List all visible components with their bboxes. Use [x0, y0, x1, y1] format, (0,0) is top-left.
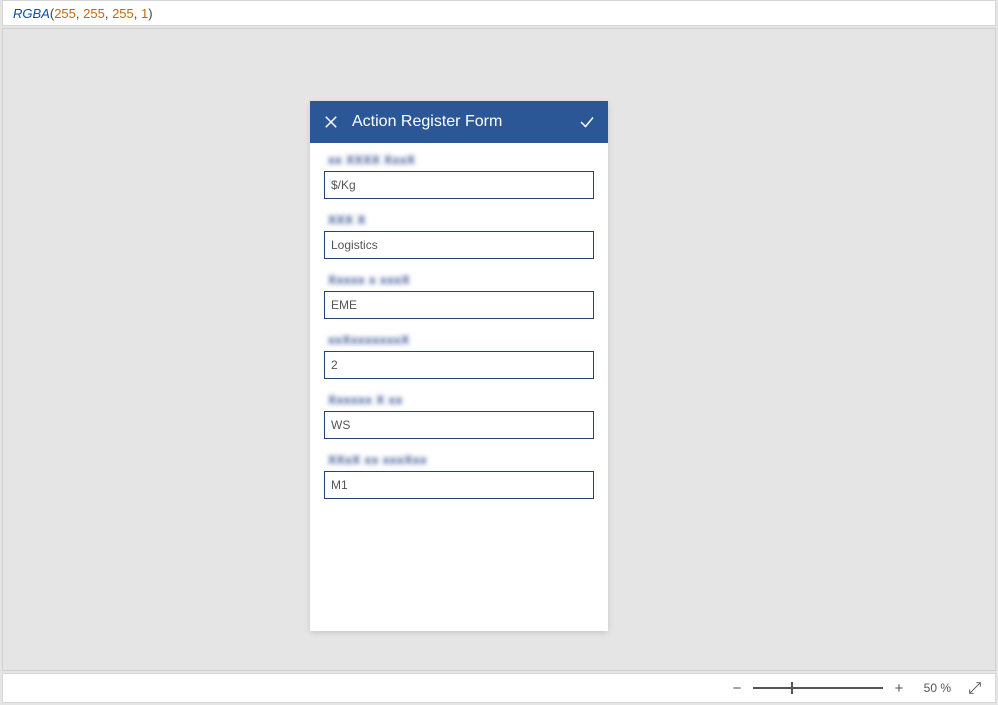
field-3-label: Xxxxx x xxxX	[328, 273, 594, 287]
zoom-slider-handle[interactable]	[791, 682, 793, 694]
form-header: Action Register Form	[310, 101, 608, 143]
form-title: Action Register Form	[352, 113, 566, 131]
field-6: XXxX xx xxxXxx	[324, 453, 594, 499]
field-6-label: XXxX xx xxxXxx	[328, 453, 594, 467]
field-1-label: xx XXXX XxxX	[328, 153, 594, 167]
formula-bar[interactable]: RGBA(255, 255, 255, 1)	[2, 0, 996, 26]
field-4: xxXxxxxxxxX	[324, 333, 594, 379]
formula-close-paren: )	[148, 6, 152, 21]
field-1: xx XXXX XxxX	[324, 153, 594, 199]
field-5: Xxxxxx X xx	[324, 393, 594, 439]
form-screen: Action Register Form xx XXXX XxxX XXX X …	[310, 101, 608, 631]
field-1-input[interactable]	[324, 171, 594, 199]
field-6-input[interactable]	[324, 471, 594, 499]
formula-b: 255	[112, 6, 134, 21]
zoom-slider[interactable]	[753, 687, 883, 689]
field-3: Xxxxx x xxxX	[324, 273, 594, 319]
formula-fn: RGBA	[13, 6, 50, 21]
field-2: XXX X	[324, 213, 594, 259]
zoom-value: 50 %	[915, 681, 951, 695]
zoom-out-button[interactable]: −	[731, 680, 743, 697]
zoom-in-button[interactable]: +	[893, 680, 905, 697]
fit-screen-icon[interactable]	[967, 680, 983, 696]
field-4-input[interactable]	[324, 351, 594, 379]
field-4-label: xxXxxxxxxxX	[328, 333, 594, 347]
field-2-label: XXX X	[328, 213, 594, 227]
field-2-input[interactable]	[324, 231, 594, 259]
check-icon[interactable]	[578, 113, 596, 131]
zoom-controls: − + 50 %	[731, 680, 951, 697]
field-5-input[interactable]	[324, 411, 594, 439]
formula-r: 255	[54, 6, 76, 21]
design-canvas[interactable]: Action Register Form xx XXXX XxxX XXX X …	[2, 28, 996, 671]
form-fields: xx XXXX XxxX XXX X Xxxxx x xxxX xxXxxxxx…	[310, 143, 608, 499]
close-icon[interactable]	[322, 113, 340, 131]
formula-g: 255	[83, 6, 105, 21]
formula-a: 1	[141, 6, 148, 21]
status-bar: − + 50 %	[2, 673, 996, 703]
field-5-label: Xxxxxx X xx	[328, 393, 594, 407]
field-3-input[interactable]	[324, 291, 594, 319]
